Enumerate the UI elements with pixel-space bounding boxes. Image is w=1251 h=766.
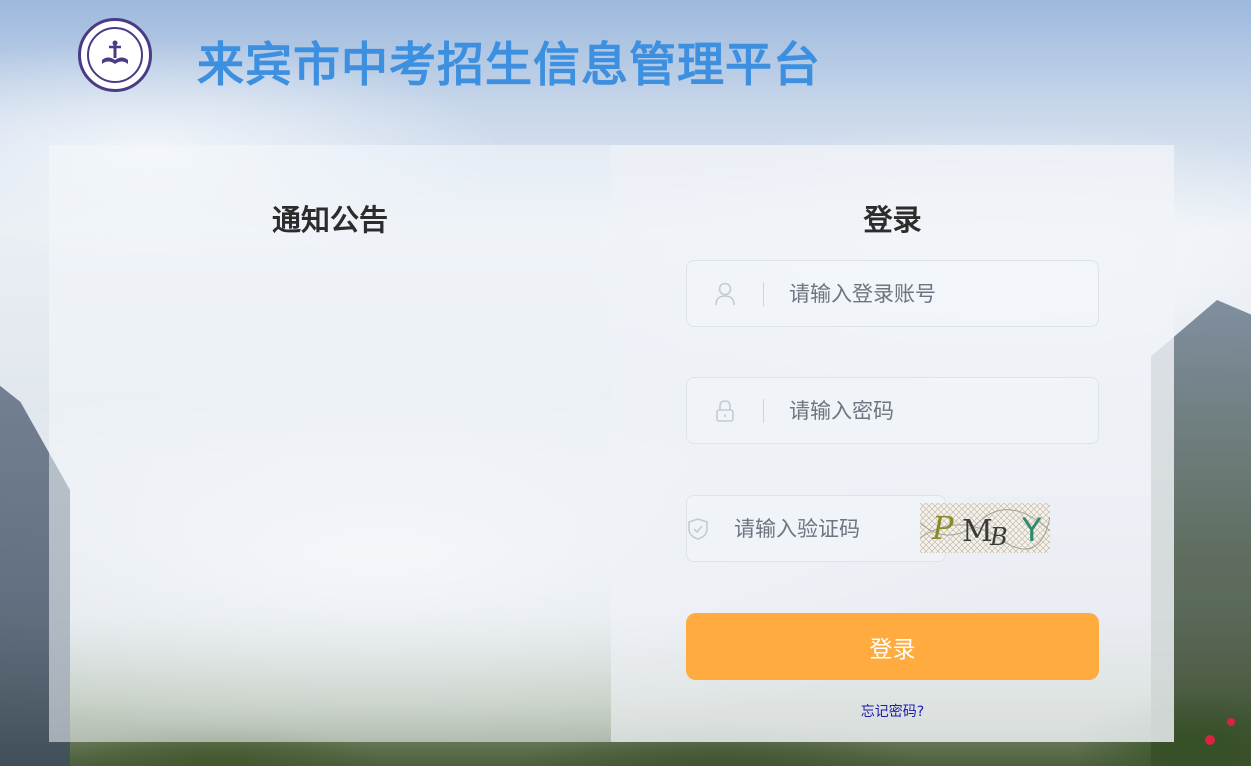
- site-logo: [78, 18, 152, 92]
- login-panel: 登录 请输入登录账号 请输入验证码 登录 忘记密码?: [611, 145, 1174, 742]
- account-input[interactable]: [764, 261, 1098, 326]
- page-title: 来宾市中考招生信息管理平台: [197, 38, 821, 93]
- notice-panel: 通知公告: [49, 145, 611, 742]
- captcha-char: P: [931, 509, 954, 547]
- account-field: [686, 260, 1099, 327]
- background-flower: [1205, 735, 1215, 745]
- shield-icon: [687, 496, 709, 561]
- login-title: 登录: [863, 203, 922, 237]
- captcha-char: B: [989, 523, 1008, 551]
- password-input[interactable]: [764, 378, 1098, 443]
- main-card: 通知公告 登录 请输入登录账号 请输入验证码 登录 忘记密码?: [49, 145, 1174, 742]
- logo-book-icon: [102, 40, 128, 64]
- captcha-char: Y: [1021, 511, 1042, 549]
- captcha-field: [686, 495, 1002, 562]
- login-button[interactable]: 登录: [686, 613, 1099, 680]
- captcha-char: M: [962, 514, 993, 549]
- lock-icon: [687, 378, 763, 443]
- background-flower: [1227, 718, 1235, 726]
- logo-emblem-icon: [87, 27, 143, 83]
- forgot-password-link[interactable]: 忘记密码?: [611, 701, 1174, 721]
- notice-title: 通知公告: [271, 203, 388, 237]
- user-icon: [687, 261, 763, 326]
- password-field: [686, 377, 1099, 444]
- captcha-image[interactable]: P M B Y: [920, 503, 1050, 553]
